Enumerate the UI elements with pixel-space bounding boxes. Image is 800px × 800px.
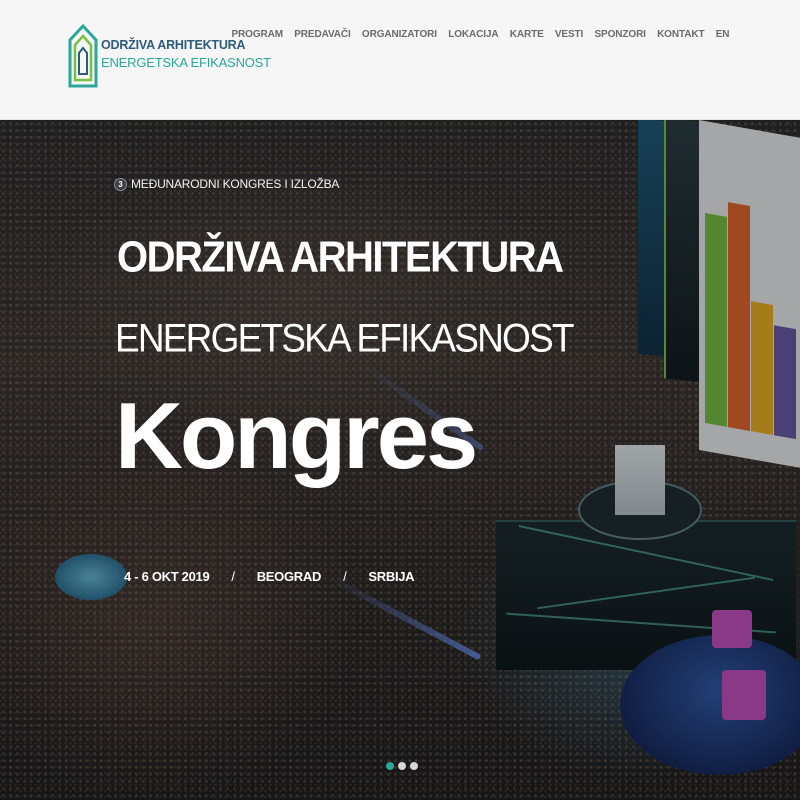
nav-karte[interactable]: KARTE — [504, 29, 549, 40]
nav-vesti[interactable]: VESTI — [549, 29, 589, 40]
main-nav: PROGRAM PREDAVAČI ORGANIZATORI LOKACIJA … — [226, 29, 735, 40]
nav-kontakt[interactable]: KONTAKT — [651, 29, 710, 40]
nav-predavaci[interactable]: PREDAVAČI — [289, 29, 357, 40]
house-logo-icon — [68, 24, 98, 88]
nav-lokacija[interactable]: LOKACIJA — [443, 29, 505, 40]
nav-sponzori[interactable]: SPONZORI — [589, 29, 652, 40]
hero-title-main: Kongres — [115, 383, 478, 488]
logo-subtitle: ENERGETSKA EFIKASNOST — [101, 55, 271, 70]
hero-kicker: 3 MEĐUNARODNI KONGRES I IZLOŽBA — [114, 177, 339, 191]
nav-organizatori[interactable]: ORGANIZATORI — [356, 29, 442, 40]
hero-title-line1: ODRŽIVA ARHITEKTURA — [117, 233, 564, 282]
event-details: 4 - 6 OKT 2019 / BEOGRAD / SRBIJA — [124, 569, 415, 584]
carousel-dot-2[interactable] — [398, 762, 406, 770]
nav-program[interactable]: PROGRAM — [226, 29, 289, 40]
hero-slider: 3 MEĐUNARODNI KONGRES I IZLOŽBA ODRŽIVA … — [0, 120, 800, 800]
separator: / — [343, 569, 347, 584]
event-city: BEOGRAD — [256, 569, 322, 584]
separator: / — [231, 569, 235, 584]
carousel-dots — [386, 762, 418, 770]
carousel-dot-3[interactable] — [410, 762, 418, 770]
hero-kicker-text: MEĐUNARODNI KONGRES I IZLOŽBA — [131, 177, 340, 191]
carousel-dot-1[interactable] — [386, 762, 394, 770]
site-logo[interactable]: ODRŽIVA ARHITEKTURA ENERGETSKA EFIKASNOS… — [68, 24, 271, 90]
nav-language-en[interactable]: EN — [710, 29, 735, 40]
edition-number-badge: 3 — [114, 177, 127, 191]
hero-title-line2: ENERGETSKA EFIKASNOST — [115, 316, 575, 361]
event-date: 4 - 6 OKT 2019 — [124, 569, 210, 584]
event-country: SRBIJA — [368, 569, 415, 584]
logo-title: ODRŽIVA ARHITEKTURA — [101, 38, 246, 52]
site-header: ODRŽIVA ARHITEKTURA ENERGETSKA EFIKASNOS… — [0, 0, 800, 120]
